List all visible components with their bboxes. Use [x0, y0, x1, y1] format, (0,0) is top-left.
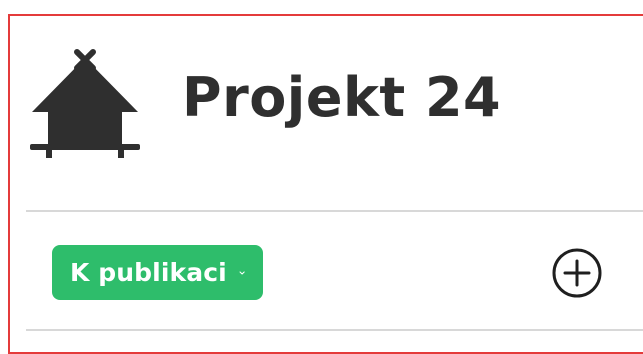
status-badge[interactable]: K publikaci — [52, 245, 263, 300]
page-title: Projekt 24 — [182, 66, 502, 129]
chevron-down-icon — [239, 270, 245, 275]
hut-icon — [30, 49, 140, 158]
divider — [26, 210, 643, 212]
add-button[interactable] — [551, 247, 603, 299]
status-label: K publikaci — [70, 258, 227, 287]
divider — [26, 329, 643, 331]
project-header: Projekt 24 — [30, 40, 643, 160]
